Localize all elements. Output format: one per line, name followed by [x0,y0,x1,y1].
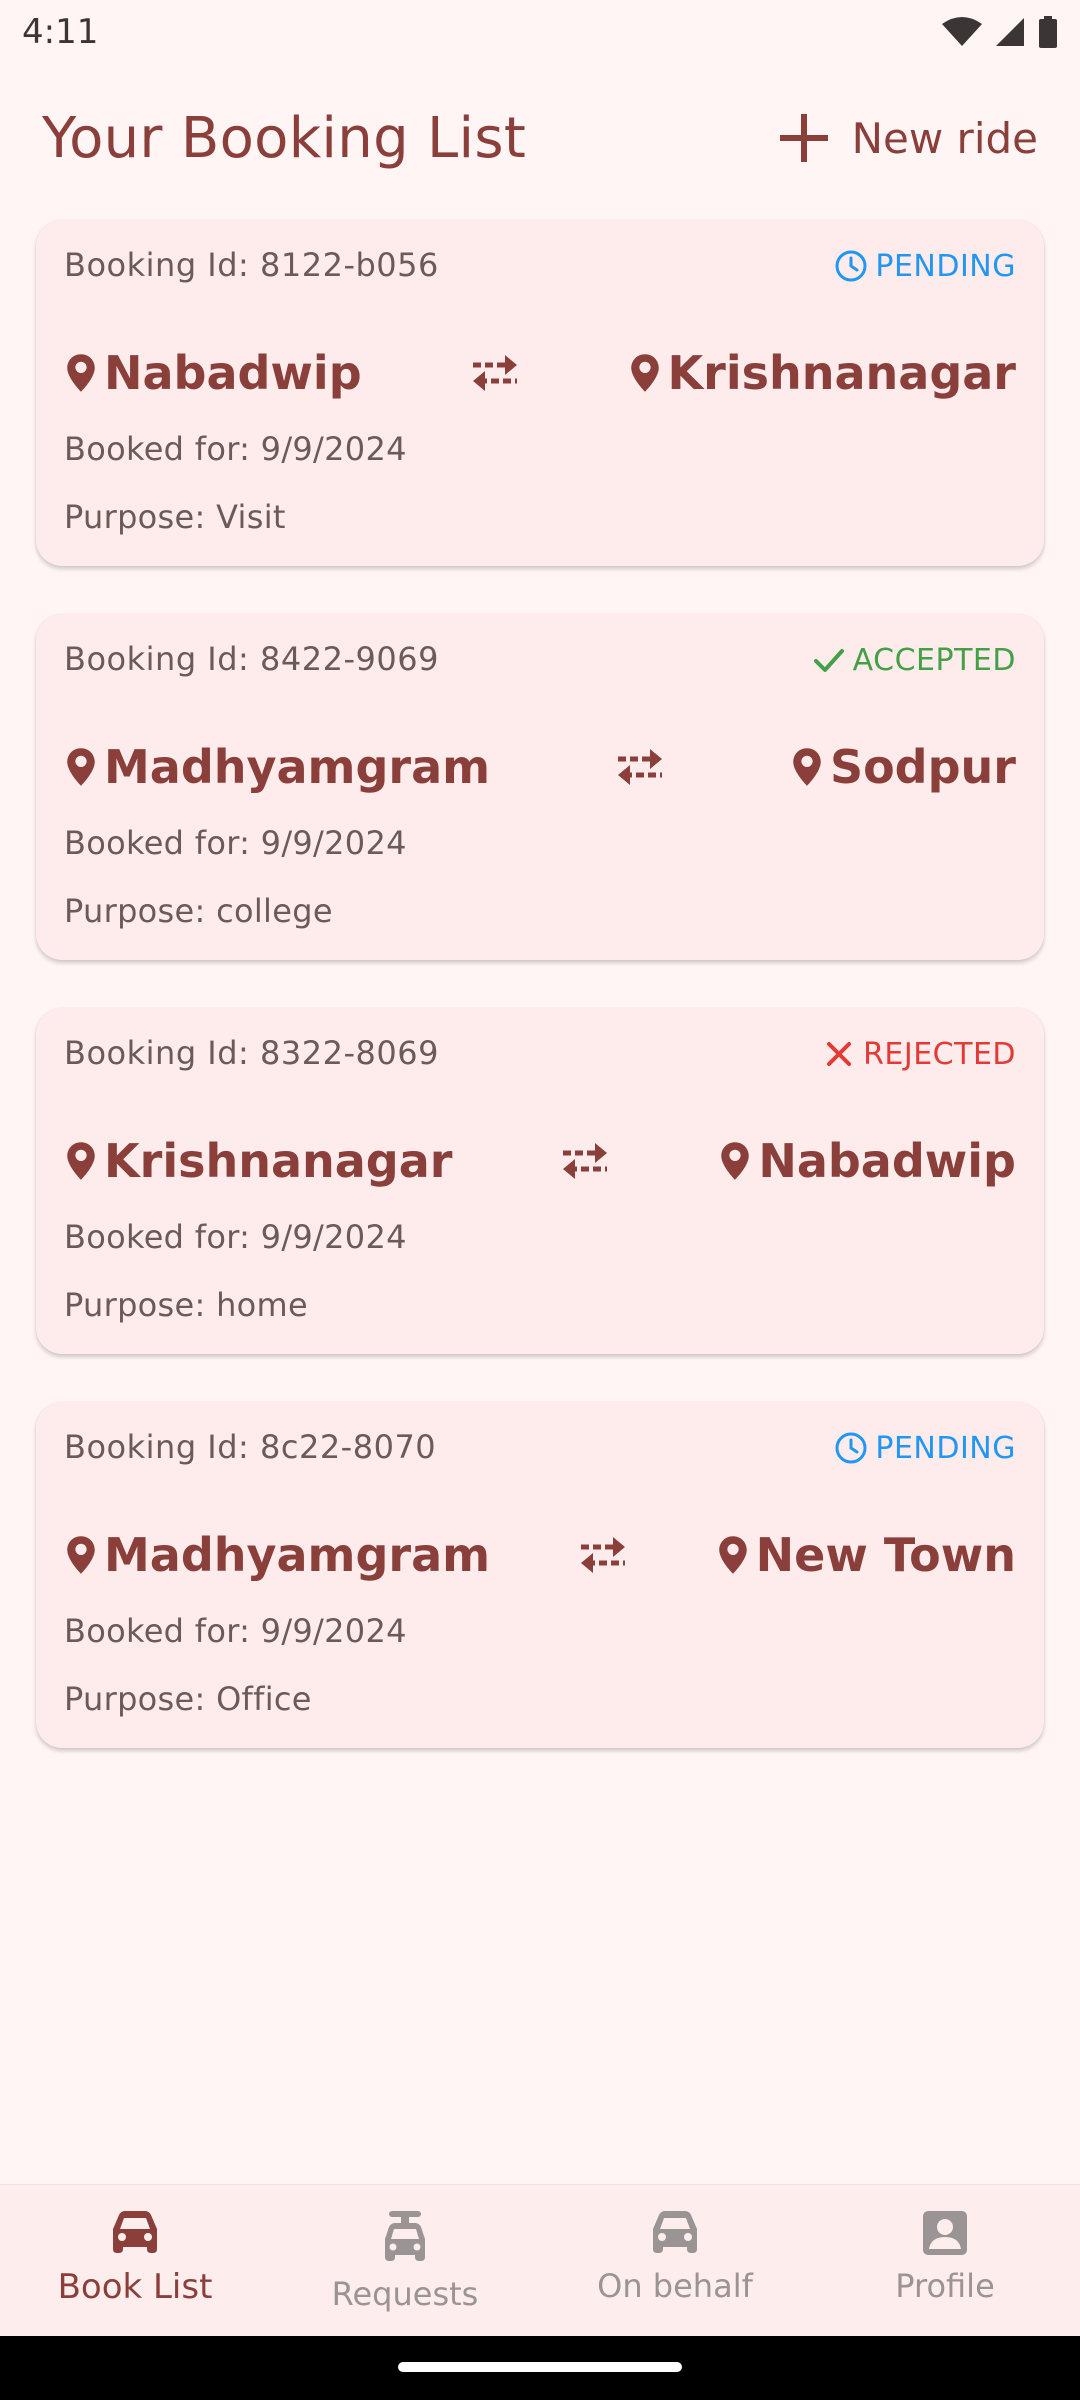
nav-item-on-behalf[interactable]: On behalf [540,2185,810,2336]
status-text: PENDING [875,1430,1016,1466]
status-time: 4:11 [22,12,99,52]
battery-icon [1039,16,1057,48]
booked-for: Booked for: 9/9/2024 [64,1218,407,1256]
booked-for: Booked for: 9/9/2024 [64,430,407,468]
car-seat-icon [385,2211,425,2261]
booking-id: Booking Id: 8422-9069 [64,640,439,678]
status-badge: PENDING [833,248,1016,284]
purpose: Purpose: Visit [64,498,286,536]
booking-card[interactable]: Booking Id: 8c22-8070 PENDING Madhyamgra… [36,1402,1044,1748]
wifi-icon [942,17,982,46]
origin: Madhyamgram [64,1528,490,1582]
gesture-area [0,2336,1080,2400]
car-icon [113,2211,157,2253]
plus-icon [779,114,828,162]
nav-label: On behalf [597,2267,753,2305]
origin-name: Madhyamgram [104,1528,491,1582]
purpose: Purpose: home [64,1286,308,1324]
booking-id: Booking Id: 8c22-8070 [64,1428,437,1466]
page-title: Your Booking List [42,105,527,171]
swap-icon [577,1533,629,1577]
bottom-nav: Book List Requests On behalf Profile [0,2184,1080,2336]
booked-for: Booked for: 9/9/2024 [64,824,407,862]
status-bar: 4:11 [0,0,1080,64]
destination-name: New Town [755,1528,1016,1582]
booked-for: Booked for: 9/9/2024 [64,1612,407,1650]
route: Krishnanagar Nabadwip [64,1126,1016,1196]
swap-icon [469,351,521,395]
nav-item-book-list[interactable]: Book List [0,2185,270,2336]
status-text: REJECTED [863,1036,1016,1072]
purpose: Purpose: college [64,892,333,930]
close-icon [827,1042,852,1066]
origin-name: Madhyamgram [104,740,491,794]
check-icon [813,649,844,672]
new-ride-label: New ride [851,113,1038,163]
destination-name: Krishnanagar [667,346,1016,400]
route: Madhyamgram New Town [64,1520,1016,1590]
booking-list: Booking Id: 8122-b056 PENDING Nabadwip K… [36,220,1044,1796]
booking-card[interactable]: Booking Id: 8122-b056 PENDING Nabadwip K… [36,220,1044,566]
status-text: PENDING [875,248,1016,284]
destination-name: Sodpur [829,740,1016,794]
origin: Madhyamgram [64,740,490,794]
origin: Nabadwip [64,346,362,400]
location-pin-icon [67,1536,95,1574]
destination: Sodpur [790,740,1016,794]
location-pin-icon [67,748,95,786]
location-pin-icon [793,748,821,786]
clock-icon [835,1432,867,1464]
nav-item-requests[interactable]: Requests [270,2185,540,2336]
nav-item-profile[interactable]: Profile [810,2185,1080,2336]
home-gesture-bar[interactable] [398,2362,682,2372]
signal-icon [996,18,1024,46]
origin: Krishnanagar [64,1134,452,1188]
nav-label: Book List [57,2267,213,2307]
purpose: Purpose: Office [64,1680,312,1718]
location-pin-icon [630,354,659,392]
car-icon [653,2211,697,2253]
origin-name: Krishnanagar [104,1134,453,1188]
destination: Krishnanagar [628,346,1016,400]
status-badge: ACCEPTED [811,642,1016,678]
booking-card[interactable]: Booking Id: 8322-8069 REJECTED Krishnana… [36,1008,1044,1354]
location-pin-icon [67,354,95,392]
clock-icon [835,250,867,282]
location-pin-icon [718,1536,747,1574]
new-ride-button[interactable]: New ride [778,112,1038,164]
nav-label: Requests [331,2275,479,2313]
route: Nabadwip Krishnanagar [64,338,1016,408]
origin-name: Nabadwip [104,346,362,400]
booking-id: Booking Id: 8122-b056 [64,246,439,284]
account-box-icon [923,2211,967,2255]
route: Madhyamgram Sodpur [64,732,1016,802]
destination-name: Nabadwip [758,1134,1016,1188]
status-icons [942,16,1058,48]
booking-id: Booking Id: 8322-8069 [64,1034,439,1072]
status-text: ACCEPTED [852,642,1016,678]
status-badge: REJECTED [821,1036,1016,1072]
booking-card[interactable]: Booking Id: 8422-9069 ACCEPTED Madhyamgr… [36,614,1044,960]
swap-icon [614,745,666,789]
location-pin-icon [721,1142,750,1180]
status-badge: PENDING [833,1430,1016,1466]
location-pin-icon [67,1142,95,1180]
swap-icon [559,1139,611,1183]
destination: New Town [716,1528,1016,1582]
nav-label: Profile [895,2267,995,2305]
destination: Nabadwip [718,1134,1016,1188]
header: Your Booking List New ride [42,100,1038,176]
